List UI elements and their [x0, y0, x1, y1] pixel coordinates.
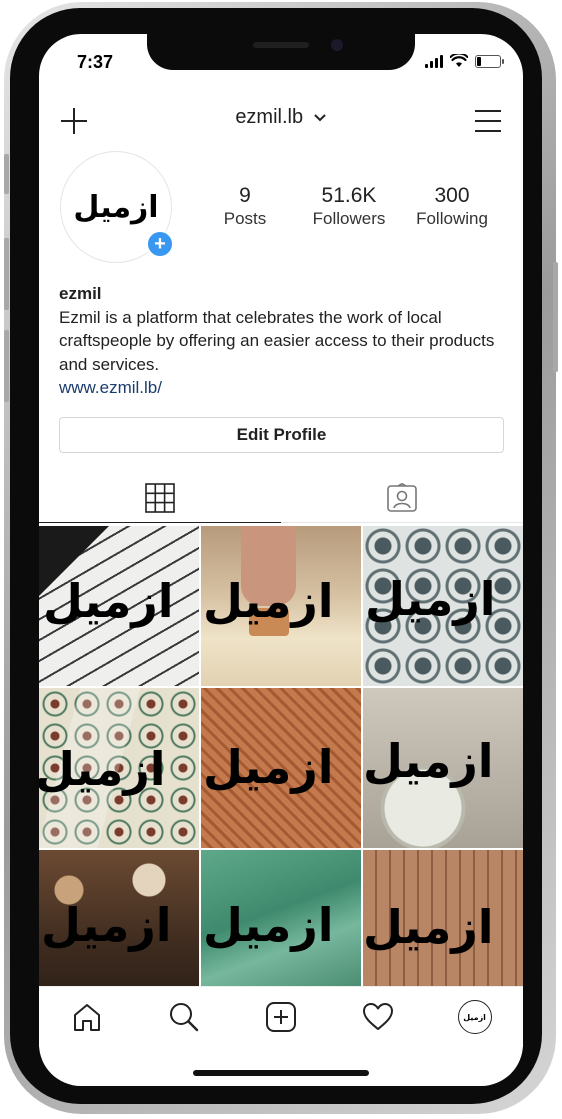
front-camera — [331, 39, 343, 51]
nav-profile[interactable]: ازميل — [457, 1000, 492, 1034]
speaker — [253, 42, 309, 48]
notch — [147, 34, 415, 70]
followers-count: 51.6K — [321, 184, 377, 207]
post-soap-stamp[interactable]: ازميل — [201, 526, 361, 686]
post-pottery-wheel[interactable]: ازميل — [363, 688, 523, 848]
stat-posts[interactable]: 9 Posts — [215, 184, 275, 230]
status-time: 7:37 — [77, 52, 114, 72]
battery-icon — [475, 55, 504, 68]
profile-tabs — [39, 474, 523, 524]
screen: 7:37 ezmil.lb ازميل + 9 Posts 51.6K Foll… — [39, 34, 523, 1086]
mute-switch — [4, 154, 9, 194]
profile-bio: ezmil Ezmil is a platform that celebrate… — [59, 282, 509, 400]
search-icon — [170, 1003, 199, 1032]
home-icon — [74, 1004, 101, 1031]
post-patterned-tiles[interactable]: ازميل — [363, 526, 523, 686]
followers-label: Followers — [312, 209, 386, 228]
post-woven-fabric[interactable]: ازميل — [39, 526, 199, 686]
post-logo: ازميل — [43, 574, 174, 628]
menu-icon[interactable] — [473, 106, 503, 136]
bottom-nav: ازميل — [39, 986, 523, 1047]
tagged-person-icon — [387, 483, 417, 512]
edit-profile-button[interactable]: Edit Profile — [59, 417, 504, 453]
new-post-icon — [265, 1002, 296, 1032]
post-logo: ازميل — [365, 572, 496, 626]
posts-grid: ازميل ازميل ازميل ازميل ازميل ازميل ازمي… — [39, 526, 523, 1010]
nav-home[interactable] — [70, 1000, 104, 1034]
posts-label: Posts — [223, 209, 267, 228]
username-title: ezmil.lb — [235, 106, 304, 128]
post-logo: ازميل — [41, 898, 172, 952]
stat-followers[interactable]: 51.6K Followers — [303, 184, 395, 230]
avatar-logo: ازميل — [73, 189, 159, 225]
post-wicker-basket[interactable]: ازميل — [201, 688, 361, 848]
post-logo: ازميل — [39, 742, 166, 796]
nav-avatar-logo: ازميل — [463, 1012, 486, 1022]
website-link[interactable]: www.ezmil.lb/ — [59, 376, 509, 400]
nav-new-post[interactable] — [264, 1000, 298, 1034]
activity-heart-icon — [362, 1003, 393, 1030]
volume-down-button — [4, 330, 9, 402]
grid-icon — [145, 483, 175, 513]
post-logo: ازميل — [203, 740, 334, 794]
cellular-signal-icon — [425, 55, 443, 68]
post-floor-tiles[interactable]: ازميل — [39, 688, 199, 848]
post-logo: ازميل — [363, 734, 494, 788]
profile-name: ezmil — [59, 284, 102, 303]
post-logo: ازميل — [203, 574, 334, 628]
post-logo: ازميل — [203, 898, 334, 952]
following-label: Following — [416, 209, 488, 228]
bio-text: Ezmil is a platform that celebrates the … — [59, 307, 495, 374]
add-story-button[interactable]: + — [146, 230, 174, 258]
wifi-icon — [450, 54, 468, 67]
profile-avatar-icon: ازميل — [457, 1000, 492, 1034]
nav-search[interactable] — [167, 1000, 201, 1034]
status-icons — [425, 54, 504, 68]
volume-up-button — [4, 238, 9, 310]
tab-tagged[interactable] — [281, 474, 523, 523]
profile-header: ezmil.lb — [39, 96, 523, 140]
tab-grid[interactable] — [39, 474, 281, 523]
power-button — [553, 262, 558, 372]
following-count: 300 — [434, 184, 470, 207]
stat-following[interactable]: 300 Following — [409, 184, 495, 230]
chevron-down-icon — [313, 114, 326, 122]
home-indicator[interactable] — [193, 1070, 369, 1076]
post-logo: ازميل — [363, 900, 494, 954]
battery-level — [477, 57, 481, 66]
nav-activity[interactable] — [361, 1000, 395, 1034]
posts-count: 9 — [239, 184, 251, 207]
account-switcher[interactable]: ezmil.lb — [39, 106, 523, 129]
